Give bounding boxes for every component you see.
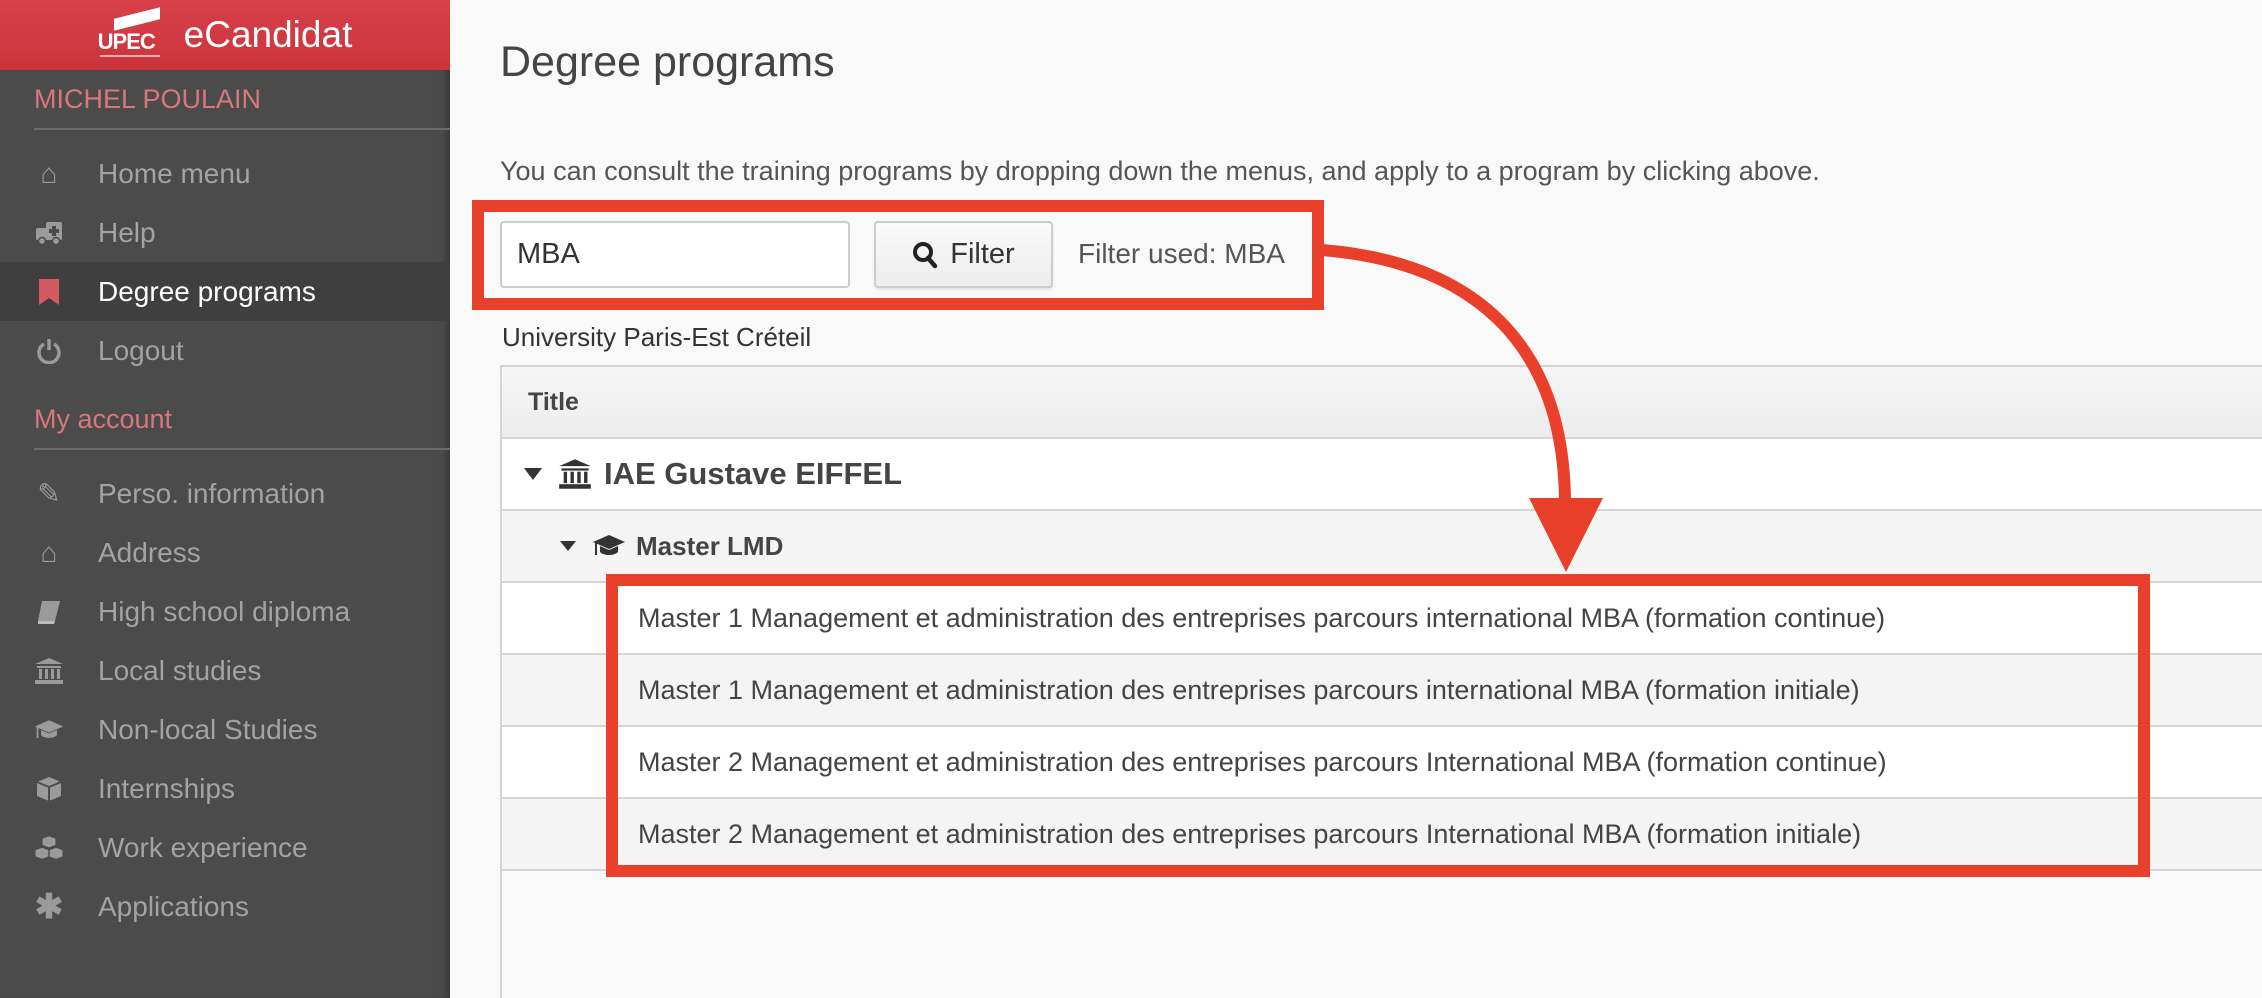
sidebar-item-degree-programs[interactable]: Degree programs	[0, 262, 450, 321]
asterisk-icon: ✱	[34, 887, 64, 926]
sidebar: UPEC eCandidat MICHEL POULAIN ⌂ Home menu…	[0, 0, 450, 998]
program-title: Master 1 Management et administration de…	[638, 674, 1860, 705]
sidebar-item-non-local-studies[interactable]: Non-local Studies	[0, 700, 450, 759]
sidebar-item-label: Work experience	[98, 831, 308, 863]
sidebar-item-label: Non-local Studies	[98, 713, 318, 745]
sidebar-item-perso-information[interactable]: ✎ Perso. information	[0, 464, 450, 523]
graduation-cap-icon	[34, 715, 64, 745]
sidebar-item-label: Help	[98, 216, 156, 248]
upec-logo: UPEC	[98, 7, 162, 63]
book-icon	[34, 597, 64, 627]
expand-triangle-icon[interactable]	[524, 468, 542, 480]
program-title: Master 1 Management et administration de…	[638, 602, 1886, 633]
tree-row-institution[interactable]: IAE Gustave EIFFEL	[502, 439, 2262, 511]
sidebar-item-label: Perso. information	[98, 477, 326, 509]
my-account-heading: My account	[34, 404, 173, 434]
sidebar-item-work-experience[interactable]: Work experience	[0, 818, 450, 877]
main-content: Degree programs You can consult the trai…	[450, 0, 2262, 998]
bank-icon	[559, 459, 591, 489]
cubes-icon	[34, 833, 64, 863]
cube-icon	[34, 774, 64, 804]
graduation-cap-icon	[593, 535, 625, 555]
program-title: Master 2 Management et administration de…	[638, 746, 1887, 777]
sidebar-item-help[interactable]: Help	[0, 203, 450, 262]
sidebar-item-label: Local studies	[98, 654, 262, 686]
sidebar-item-label: Internships	[98, 772, 235, 804]
programs-table: Title IAE Gustave EIFFEL Master LMD Mast…	[500, 365, 2262, 998]
tree-row-degree-type[interactable]: Master LMD	[502, 511, 2262, 583]
sidebar-item-home[interactable]: ⌂ Home menu	[0, 144, 450, 203]
program-row[interactable]: Master 2 Management et administration de…	[502, 727, 2262, 799]
bookmark-icon	[34, 277, 64, 307]
filter-button[interactable]: Filter	[874, 221, 1053, 288]
sidebar-item-internships[interactable]: Internships	[0, 759, 450, 818]
sidebar-item-label: Logout	[98, 334, 184, 366]
home-icon: ⌂	[40, 536, 58, 568]
brand-header[interactable]: UPEC eCandidat	[0, 0, 450, 70]
university-name: University Paris-Est Créteil	[502, 322, 812, 352]
program-row[interactable]: Master 1 Management et administration de…	[502, 655, 2262, 727]
sidebar-item-label: Address	[98, 536, 201, 568]
page-description: You can consult the training programs by…	[500, 156, 1820, 186]
filter-input[interactable]	[500, 221, 850, 288]
power-icon	[34, 336, 64, 366]
table-header[interactable]: Title	[502, 367, 2262, 439]
program-title: Master 2 Management et administration de…	[638, 818, 1862, 849]
sidebar-item-label: Degree programs	[98, 275, 316, 307]
user-name: MICHEL POULAIN	[34, 84, 262, 114]
institution-name: IAE Gustave EIFFEL	[604, 456, 903, 491]
sidebar-item-local-studies[interactable]: Local studies	[0, 641, 450, 700]
expand-triangle-icon[interactable]	[560, 541, 576, 551]
column-title: Title	[528, 387, 579, 416]
sidebar-item-applications[interactable]: ✱ Applications	[0, 877, 450, 936]
filter-used-text: Filter used: MBA	[1078, 238, 1285, 269]
sidebar-item-label: Applications	[98, 890, 249, 922]
sidebar-item-high-school-diploma[interactable]: High school diploma	[0, 582, 450, 641]
degree-type-name: Master LMD	[636, 530, 784, 561]
sidebar-item-label: High school diploma	[98, 595, 351, 627]
page-title: Degree programs	[500, 38, 835, 86]
sidebar-item-address[interactable]: ⌂ Address	[0, 523, 450, 582]
program-row[interactable]: Master 2 Management et administration de…	[502, 799, 2262, 871]
program-row[interactable]: Master 1 Management et administration de…	[502, 583, 2262, 655]
bank-icon	[34, 656, 64, 686]
app-name: eCandidat	[183, 14, 353, 55]
ambulance-icon	[34, 218, 64, 248]
sidebar-item-logout[interactable]: Logout	[0, 321, 450, 380]
search-icon	[913, 241, 938, 268]
pencil-icon: ✎	[37, 478, 61, 509]
home-icon: ⌂	[40, 157, 58, 189]
filter-button-label: Filter	[950, 238, 1015, 270]
sidebar-item-label: Home menu	[98, 157, 251, 189]
